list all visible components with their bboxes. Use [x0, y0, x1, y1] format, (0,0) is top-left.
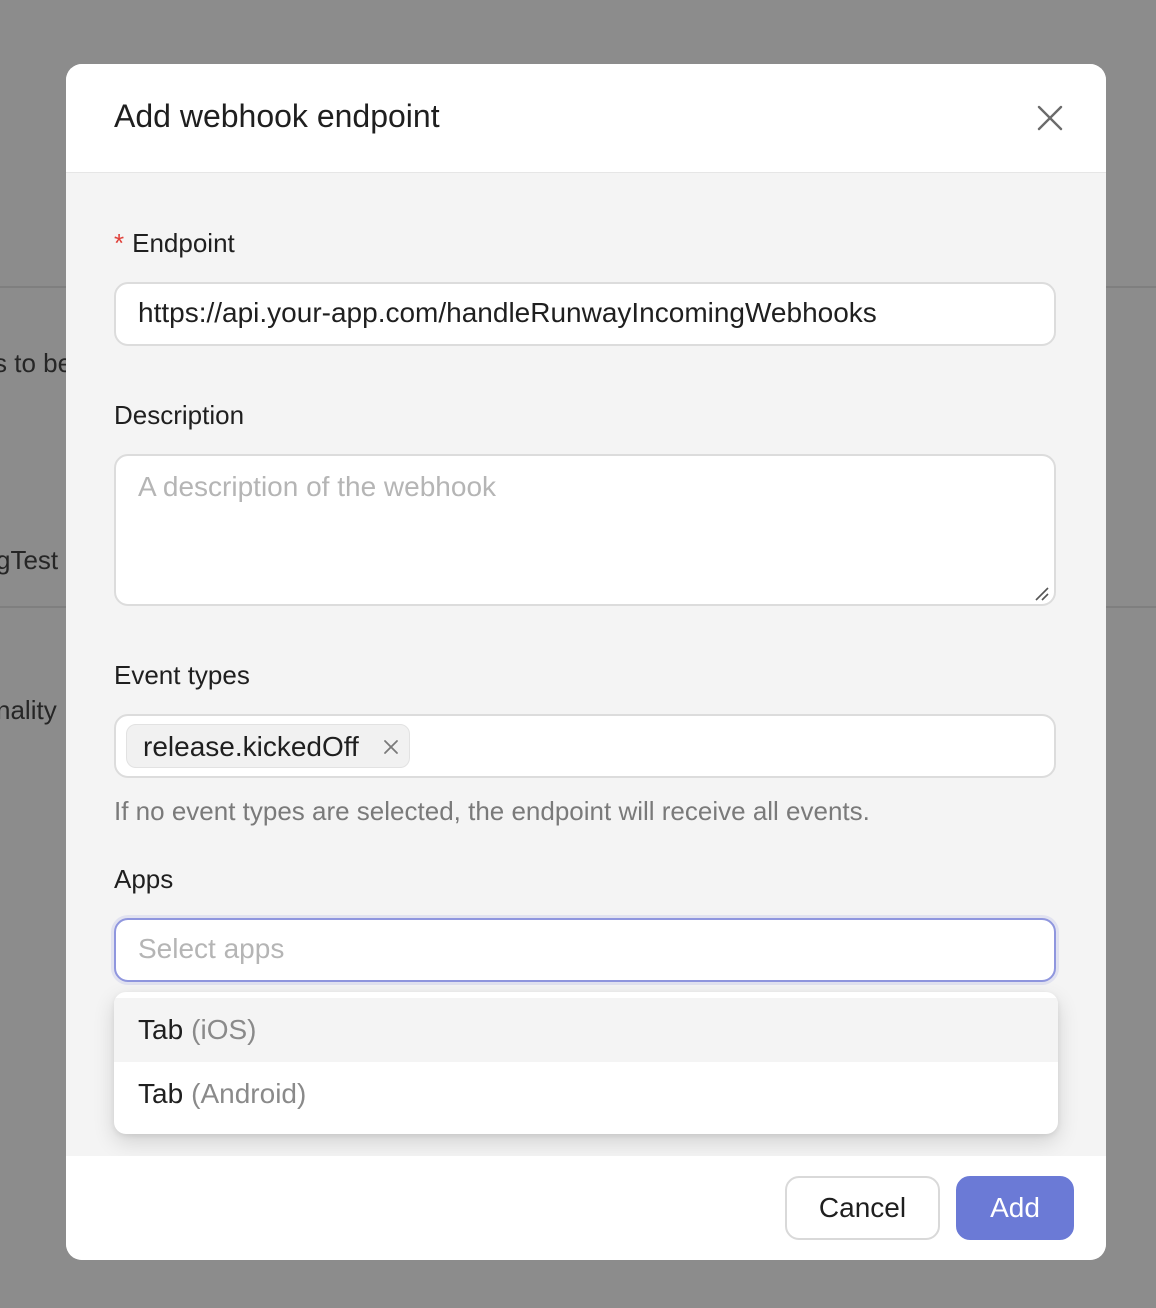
endpoint-input-value: https://api.your-app.com/handleRunwayInc… — [138, 297, 877, 328]
app-name: Tab — [138, 1014, 184, 1045]
apps-dropdown: Tab (iOS) Tab (Android) — [114, 992, 1058, 1134]
app-name: Tab — [138, 1078, 184, 1109]
modal-footer: Cancel Add — [66, 1156, 1106, 1260]
apps-option-tab-ios[interactable]: Tab (iOS) — [114, 998, 1058, 1062]
required-marker: * — [114, 228, 125, 258]
apps-option-label: Tab (iOS) — [138, 1014, 256, 1046]
background-text: s to be — [0, 348, 73, 378]
close-icon — [1037, 105, 1063, 131]
modal-title: Add webhook endpoint — [114, 98, 440, 134]
app-platform: (Android) — [191, 1078, 307, 1109]
event-type-tag: release.kickedOff — [126, 724, 410, 768]
event-types-select[interactable]: release.kickedOff — [114, 714, 1056, 778]
app-platform: (iOS) — [191, 1014, 257, 1045]
event-type-tag-label: release.kickedOff — [143, 731, 359, 762]
event-types-helper-text: If no event types are selected, the endp… — [114, 796, 870, 826]
cancel-button[interactable]: Cancel — [785, 1176, 940, 1240]
endpoint-label: * Endpoint — [114, 228, 235, 259]
apps-select[interactable]: Select apps — [114, 918, 1056, 982]
apps-option-tab-android[interactable]: Tab (Android) — [114, 1062, 1058, 1126]
resize-handle-icon[interactable] — [1032, 584, 1050, 602]
apps-option-label: Tab (Android) — [138, 1078, 306, 1110]
description-label: Description — [114, 400, 245, 430]
add-webhook-modal: Add webhook endpoint * Endpoint https://a… — [66, 64, 1106, 1260]
event-types-label: Event types — [114, 660, 250, 690]
background-text: nality — [0, 695, 57, 725]
description-textarea[interactable]: A description of the webhook — [114, 454, 1056, 606]
close-button[interactable] — [1032, 100, 1068, 136]
background-text: gTest — [0, 545, 59, 575]
endpoint-label-text: Endpoint — [132, 228, 235, 258]
apps-placeholder: Select apps — [138, 933, 285, 964]
description-placeholder: A description of the webhook — [138, 471, 497, 502]
modal-header: Add webhook endpoint — [66, 64, 1106, 173]
remove-tag-icon[interactable] — [383, 739, 399, 755]
add-button[interactable]: Add — [956, 1176, 1074, 1240]
apps-label: Apps — [114, 864, 174, 894]
endpoint-input[interactable]: https://api.your-app.com/handleRunwayInc… — [114, 282, 1056, 346]
